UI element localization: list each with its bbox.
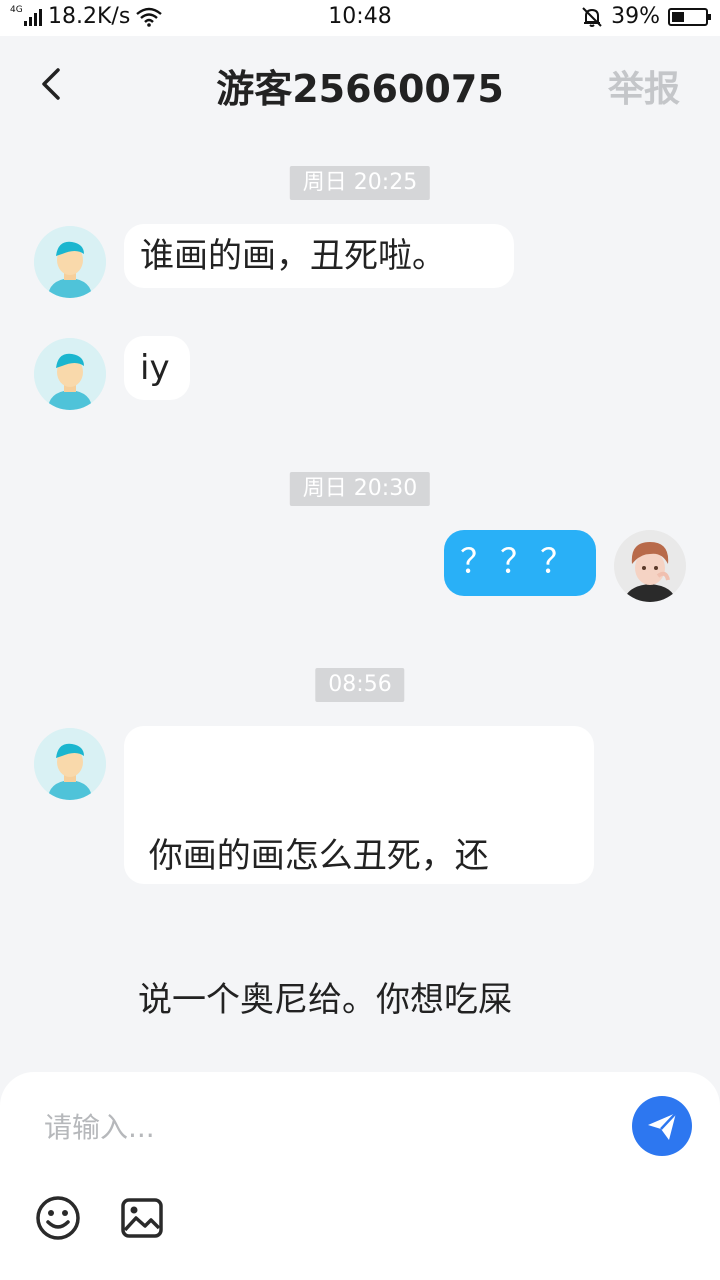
message-bubble-received[interactable]: 你画的画怎么丑死，还 说一个奥尼给。你想吃屎 吧。 bbox=[124, 726, 594, 1164]
emoji-icon[interactable] bbox=[34, 1194, 82, 1242]
avatar-self[interactable] bbox=[614, 530, 686, 602]
avatar[interactable] bbox=[34, 226, 106, 298]
status-bar: 4G 18.2K/s 10:48 39% bbox=[0, 0, 720, 36]
send-button[interactable] bbox=[632, 1096, 692, 1156]
chat-header: 游客25660075 举报 bbox=[0, 36, 720, 132]
default-avatar-icon bbox=[34, 338, 106, 410]
timestamp: 周日 20:30 bbox=[289, 472, 431, 506]
message-bubble-received[interactable]: iy bbox=[124, 336, 190, 400]
timestamp: 08:56 bbox=[315, 668, 405, 702]
user-avatar-icon bbox=[614, 530, 686, 602]
avatar[interactable] bbox=[34, 338, 106, 410]
battery-fill bbox=[672, 11, 684, 22]
battery-icon bbox=[668, 7, 711, 26]
input-bar bbox=[0, 1072, 720, 1280]
default-avatar-icon bbox=[34, 728, 106, 800]
timestamp: 周日 20:25 bbox=[289, 166, 431, 200]
message-line: 说一个奥尼给。你想吃屎 bbox=[138, 980, 512, 1020]
send-icon bbox=[648, 1112, 677, 1140]
default-avatar-icon bbox=[34, 226, 106, 298]
bell-muted-icon bbox=[582, 6, 602, 27]
avatar[interactable] bbox=[34, 728, 106, 800]
message-line: 你画的画怎么丑死，还 bbox=[138, 836, 489, 876]
message-bubble-received[interactable]: 谁画的画，丑死啦。 bbox=[124, 224, 514, 288]
message-input[interactable] bbox=[42, 1104, 586, 1150]
battery-percent: 39% bbox=[611, 4, 660, 29]
image-icon[interactable] bbox=[118, 1194, 166, 1242]
report-button[interactable]: 举报 bbox=[608, 60, 680, 112]
status-right: 39% bbox=[581, 4, 711, 29]
message-bubble-sent[interactable]: ？？？ bbox=[444, 530, 596, 596]
